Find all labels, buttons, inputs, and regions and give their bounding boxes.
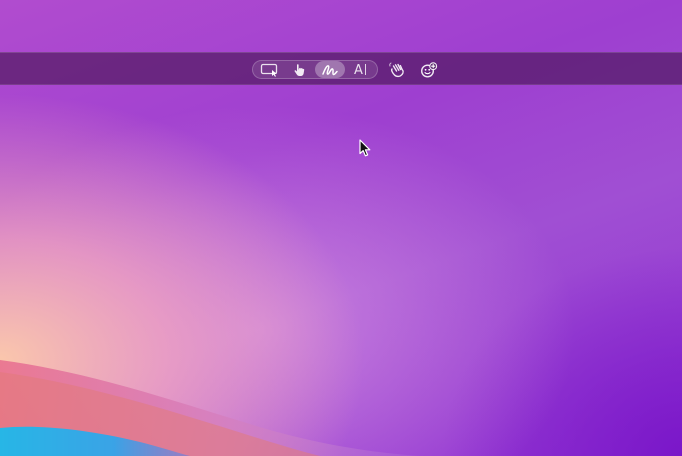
wave-tool[interactable] — [384, 61, 410, 78]
text-tool[interactable]: A — [345, 61, 375, 78]
screen-pointer-icon — [260, 63, 280, 77]
text-caret — [364, 63, 366, 75]
text-icon: A — [354, 61, 366, 79]
tool-group: A — [252, 60, 378, 79]
annotation-toolbar: A — [252, 60, 442, 79]
sticker-add-icon — [420, 61, 438, 78]
tap-tool[interactable] — [285, 61, 315, 78]
draw-tool[interactable] — [315, 61, 345, 78]
screen-select-tool[interactable] — [255, 61, 285, 78]
sticker-tool[interactable] — [416, 61, 442, 78]
mouse-pointer-icon — [359, 139, 371, 162]
waving-hand-icon — [388, 62, 406, 78]
text-tool-label: A — [354, 62, 363, 78]
scribble-icon — [321, 63, 339, 77]
hand-pointer-icon — [292, 63, 308, 77]
screen-annotation-bar: A — [0, 52, 682, 85]
